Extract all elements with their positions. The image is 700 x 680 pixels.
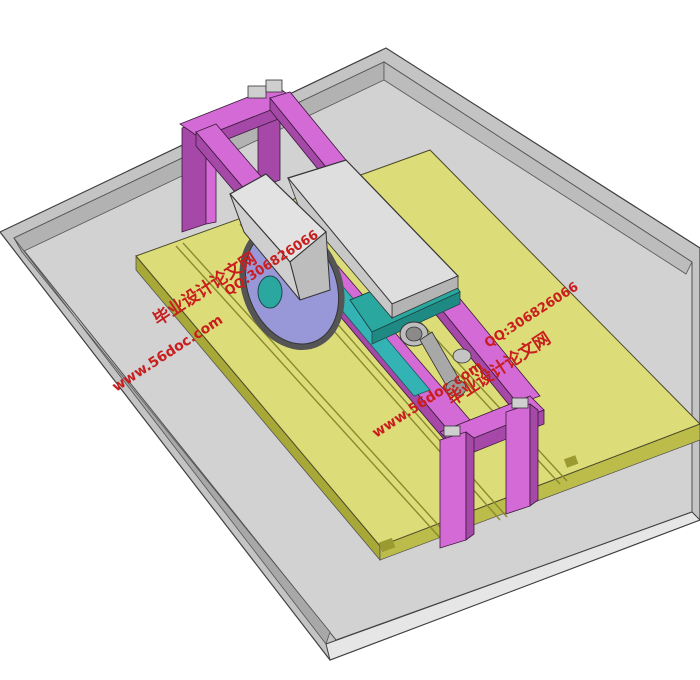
- front-tube-end-1: [443, 425, 461, 437]
- front-leg-right-side: [529, 403, 539, 507]
- pulley: [452, 348, 472, 364]
- tube-end-2: [265, 79, 283, 93]
- assembly-drawing: 毕业设计论文网 QQ:306826066 www.56doc.com 毕业设计论…: [0, 47, 700, 661]
- tube-end-1: [247, 85, 267, 99]
- saw-hub: [257, 275, 283, 309]
- front-leg-right: [505, 403, 531, 515]
- front-tube-end-2: [511, 397, 529, 409]
- front-leg-left: [439, 431, 467, 549]
- front-leg-left-side: [465, 431, 475, 541]
- spindle-flange-inner: [405, 326, 423, 342]
- cad-viewport: 毕业设计论文网 QQ:306826066 www.56doc.com 毕业设计论…: [0, 0, 700, 680]
